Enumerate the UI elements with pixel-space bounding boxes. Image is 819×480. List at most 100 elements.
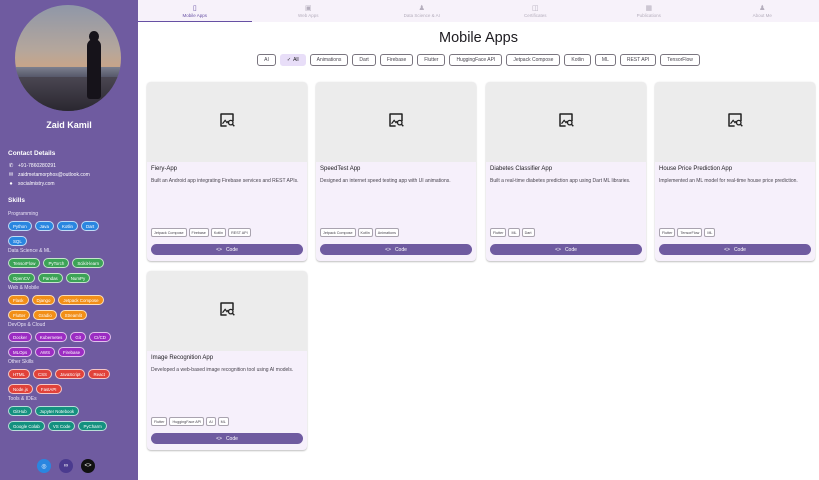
skill-chip[interactable]: React [88,369,110,379]
filter-chip-label: Flutter [424,57,439,63]
skill-chip-row: Node.js FastAPI [8,384,62,394]
code-button[interactable]: <> Code [659,244,811,255]
skill-chip-row: OpenCV Pandas NumPy [8,273,91,283]
globe-icon[interactable]: ◎ [37,459,51,473]
filter-chip[interactable]: Dart [352,54,376,66]
contact-email[interactable]: ✉ zaidmetamorphos@outlook.com [8,172,90,178]
skill-chip[interactable]: Python [8,221,32,231]
skill-chip[interactable]: Kubernetes [34,332,68,342]
project-tag: ML [704,228,716,237]
skill-chip[interactable]: Streamlit [59,310,87,320]
skill-chip[interactable]: NumPy [65,273,91,283]
tab-about-me[interactable]: ♟ About Me [706,0,819,22]
filter-chip[interactable]: ML [594,54,616,66]
project-thumbnail [147,82,307,162]
skill-chip[interactable]: Gradio [33,310,57,320]
project-title: House Price Prediction App [659,166,733,172]
section-tabs: ▯ Mobile Apps ▣ Web Apps ♟ Data Science … [138,0,819,22]
skill-chip[interactable]: Flask [8,295,29,305]
skill-chip[interactable]: Django [31,295,56,305]
skill-chip[interactable]: Node.js [8,384,33,394]
filter-chip[interactable]: TensorFlow [660,54,700,66]
skill-chip[interactable]: Jupyter Notebook [34,406,80,416]
filter-chip-label: HuggingFace API [456,57,496,63]
contact-phone[interactable]: ✆ +91-7860280291 [8,163,56,169]
tab-data-science[interactable]: ♟ Data Science & AI [365,0,479,22]
tab-label: Publications [636,12,661,18]
skill-chip[interactable]: Java [34,221,54,231]
skill-chip[interactable]: CSS [32,369,52,379]
skill-chip[interactable]: CI/CD [89,332,111,342]
filter-chip[interactable]: Kotlin [564,54,591,66]
project-tag: REST API [228,228,251,237]
project-title: Image Recognition App [151,355,214,361]
skill-chip[interactable]: VS Code [47,421,76,431]
image-search-icon [387,111,405,134]
skill-chip[interactable]: Jetpack Compose [58,295,104,305]
filter-chip[interactable]: ✓ All [279,54,306,66]
skill-chip[interactable]: Google Colab [8,421,45,431]
tab-mobile-apps[interactable]: ▯ Mobile Apps [138,0,252,22]
code-button[interactable]: <> Code [490,244,642,255]
filter-chip[interactable]: Animations [309,54,349,66]
project-tag: ML [217,417,229,426]
filter-chip[interactable]: AI [257,54,276,66]
filter-chip[interactable]: Flutter [417,54,446,66]
filter-chip[interactable]: Jetpack Compose [506,54,561,66]
skill-chip[interactable]: JavaScript [54,369,86,379]
skill-chip[interactable]: Docker [8,332,32,342]
phone-icon: ▯ [192,4,197,12]
skill-chip[interactable]: FastAPI [35,384,62,394]
code-button[interactable]: <> Code [151,433,303,444]
skill-chip[interactable]: MLOps [8,347,33,357]
skill-chip[interactable]: Kotlin [56,221,78,231]
avatar [15,5,121,111]
filter-chip-label: ML [601,57,609,63]
tab-web-apps[interactable]: ▣ Web Apps [252,0,366,22]
skill-chip[interactable]: Dart [80,221,100,231]
certificate-icon: ◫ [531,4,539,12]
skill-chip-row: Flutter Gradio Streamlit [8,310,87,320]
image-search-icon [218,111,236,134]
skill-chip[interactable]: Scikit-learn [72,258,105,268]
skill-chip[interactable]: PyTorch [43,258,70,268]
project-tag: Jetpack Compose [151,228,187,237]
project-title: Diabetes Classifier App [490,166,553,172]
tab-certificates[interactable]: ◫ Certificates [479,0,593,22]
skill-chip[interactable]: Pandas [37,273,63,283]
project-tags: Jetpack Compose Kotlin Animations [320,228,399,237]
link-icon[interactable]: ∞ [59,459,73,473]
skill-chip[interactable]: PyCharm [78,421,107,431]
project-tag: AI [206,417,216,426]
skill-chip[interactable]: SQL [8,236,27,246]
image-search-icon [557,111,575,134]
skill-chip[interactable]: Firebase [58,347,86,357]
skill-chip[interactable]: GitHub [8,406,32,416]
code-button[interactable]: <> Code [151,244,303,255]
skill-chip[interactable]: HTML [8,369,30,379]
code-icon: <> [385,246,391,253]
skill-chip[interactable]: Git [70,332,87,342]
project-thumbnail [655,82,815,162]
web-icon: ▣ [304,4,312,12]
code-button[interactable]: <> Code [320,244,472,255]
filter-chip[interactable]: Firebase [379,54,414,66]
filter-chip[interactable]: REST API [619,54,657,66]
tab-publications[interactable]: ▦ Publications [592,0,706,22]
project-description: Developed a web-based image recognition … [151,367,294,373]
project-tag: Kotlin [210,228,227,237]
globe-icon: ● [9,181,13,187]
code-button-label: Code [225,435,238,442]
contact-website[interactable]: ● socialmistry.com [8,181,54,187]
skill-chip-row: GitHub Jupyter Notebook [8,406,80,416]
code-icon[interactable]: <> [81,459,95,473]
filter-chip-label: REST API [626,57,650,63]
project-card: SpeedTest App Designed an internet speed … [316,82,476,261]
filter-chip[interactable]: HuggingFace API [449,54,503,66]
skill-chip[interactable]: AWS [35,347,55,357]
skill-chip[interactable]: Flutter [8,310,31,320]
skill-chip[interactable]: TensorFlow [8,258,41,268]
project-tags: Flutter ML Dart [490,228,535,237]
skill-chip[interactable]: OpenCV [8,273,35,283]
project-tag: Flutter [151,417,168,426]
